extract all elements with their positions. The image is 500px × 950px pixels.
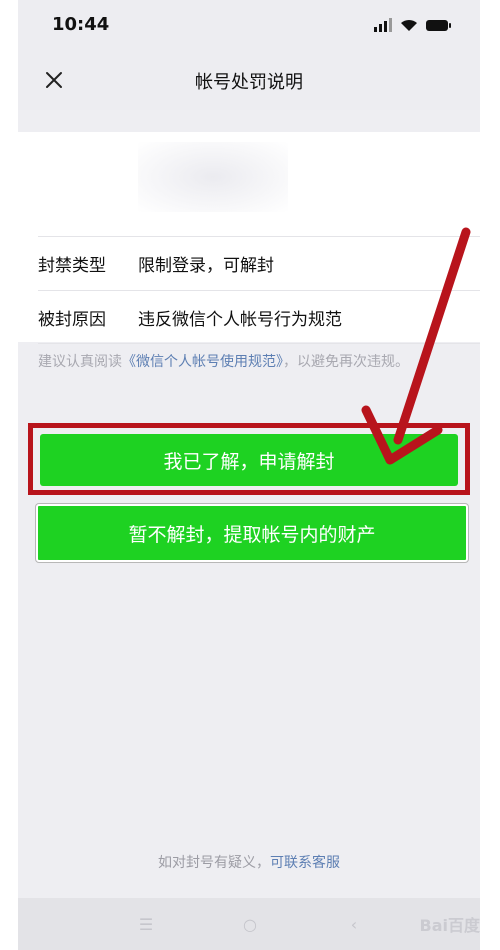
system-nav-bar: ☰ ○ ‹ — [18, 898, 480, 950]
signal-icon — [374, 18, 392, 32]
info-value: 违反微信个人帐号行为规范 — [138, 309, 342, 330]
menu-key-icon[interactable]: ☰ — [134, 914, 158, 934]
contact-support-link[interactable]: 可联系客服 — [270, 855, 340, 871]
info-value: 限制登录，可解封 — [138, 255, 274, 276]
watermark-logo: Bai百度 — [419, 916, 480, 935]
phone-screen: 10:44 帐号处罚说明 封禁类型 限制登录，可解封 被封原因 违反微信个人帐号… — [18, 0, 480, 950]
footer-prefix: 如对封号有疑义， — [158, 855, 270, 871]
battery-icon — [426, 19, 451, 31]
status-bar: 10:44 — [18, 0, 480, 50]
info-label: 被封原因 — [38, 309, 106, 330]
home-key-icon[interactable]: ○ — [238, 914, 262, 934]
hint-prefix: 建议认真阅读 — [38, 354, 122, 370]
blurred-avatar-area — [138, 142, 288, 212]
nav-bar: 帐号处罚说明 — [18, 50, 480, 110]
rules-link[interactable]: 《微信个人帐号使用规范》 — [122, 354, 283, 370]
penalty-info-card: 封禁类型 限制登录，可解封 被封原因 违反微信个人帐号行为规范 — [18, 132, 480, 344]
withdraw-assets-button[interactable]: 暂不解封，提取帐号内的财产 — [36, 504, 468, 562]
page-title: 帐号处罚说明 — [195, 72, 303, 93]
status-icons — [374, 16, 451, 34]
info-row-ban-reason: 被封原因 违反微信个人帐号行为规范 — [38, 290, 480, 344]
hint-text: 建议认真阅读《微信个人帐号使用规范》，以避免再次违规。 — [38, 350, 458, 375]
status-time: 10:44 — [52, 14, 110, 35]
back-key-icon[interactable]: ‹ — [342, 914, 366, 934]
info-label: 封禁类型 — [38, 255, 106, 276]
annotation-highlight-box — [28, 423, 470, 495]
wifi-icon — [401, 19, 417, 31]
hint-suffix: ，以避免再次违规。 — [283, 354, 409, 370]
footer-support: 如对封号有疑义，可联系客服 — [18, 852, 480, 872]
info-row-ban-type: 封禁类型 限制登录，可解封 — [38, 236, 480, 289]
